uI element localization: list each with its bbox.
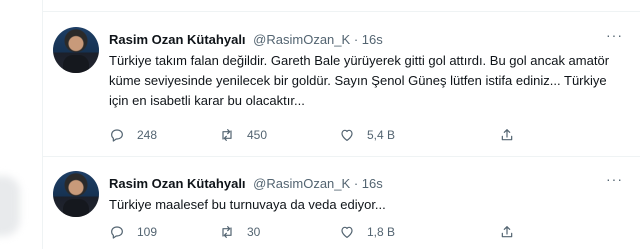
separator-dot: ·: [353, 176, 359, 191]
share-icon: [501, 129, 513, 141]
tweet-timestamp[interactable]: 16s: [362, 32, 383, 47]
reply-icon: [111, 226, 123, 239]
tweet[interactable]: Rasim Ozan Kütahyalı @RasimOzan_K · 16s …: [43, 13, 640, 157]
reply-icon: [111, 129, 123, 142]
tweet-text: Türkiye takım falan değildir. Gareth Bal…: [109, 53, 610, 108]
tweet-header: Rasim Ozan Kütahyalı @RasimOzan_K · 16s: [109, 176, 383, 192]
avatar[interactable]: [53, 171, 99, 217]
avatar[interactable]: [53, 27, 99, 73]
tweet-actions: 109 30 1,8 B: [109, 224, 579, 244]
reply-count: 109: [137, 225, 158, 239]
author-handle[interactable]: @RasimOzan_K: [253, 176, 350, 191]
more-options-icon[interactable]: ···: [606, 171, 623, 187]
author-name[interactable]: Rasim Ozan Kütahyalı: [109, 176, 246, 191]
like-button[interactable]: 1,8 B: [339, 224, 395, 240]
retweet-icon: [222, 226, 232, 238]
previous-tweet-edge: [43, 0, 640, 12]
reply-button[interactable]: 109: [109, 224, 157, 240]
reply-count: 248: [137, 128, 158, 142]
tweet-text: Türkiye maalesef bu turnuvaya da veda ed…: [109, 197, 386, 212]
share-icon: [501, 226, 513, 238]
separator-dot: ·: [353, 32, 359, 47]
reply-button[interactable]: 248: [109, 127, 157, 143]
retweet-button[interactable]: 450: [219, 127, 267, 143]
tweet-header: Rasim Ozan Kütahyalı @RasimOzan_K · 16s: [109, 32, 383, 48]
blurred-sidebar-element: [0, 176, 20, 236]
tweet[interactable]: Rasim Ozan Kütahyalı @RasimOzan_K · 16s …: [43, 157, 640, 249]
more-options-icon[interactable]: ···: [606, 27, 623, 43]
retweet-count: 450: [247, 128, 268, 142]
tweet-timestamp[interactable]: 16s: [362, 176, 383, 191]
like-button[interactable]: 5,4 B: [339, 127, 395, 143]
retweet-button[interactable]: 30: [219, 224, 260, 240]
like-icon: [341, 226, 353, 238]
retweet-count: 30: [247, 225, 261, 239]
author-handle[interactable]: @RasimOzan_K: [253, 32, 350, 47]
author-name[interactable]: Rasim Ozan Kütahyalı: [109, 32, 246, 47]
retweet-icon: [222, 129, 232, 141]
left-sidebar: [0, 0, 42, 249]
share-button[interactable]: [499, 127, 527, 143]
like-icon: [341, 129, 353, 141]
like-count: 1,8 B: [367, 225, 396, 239]
timeline-feed: Rasim Ozan Kütahyalı @RasimOzan_K · 16s …: [42, 0, 640, 249]
like-count: 5,4 B: [367, 128, 396, 142]
share-button[interactable]: [499, 224, 527, 240]
tweet-actions: 248 450 5,4 B: [109, 127, 579, 147]
